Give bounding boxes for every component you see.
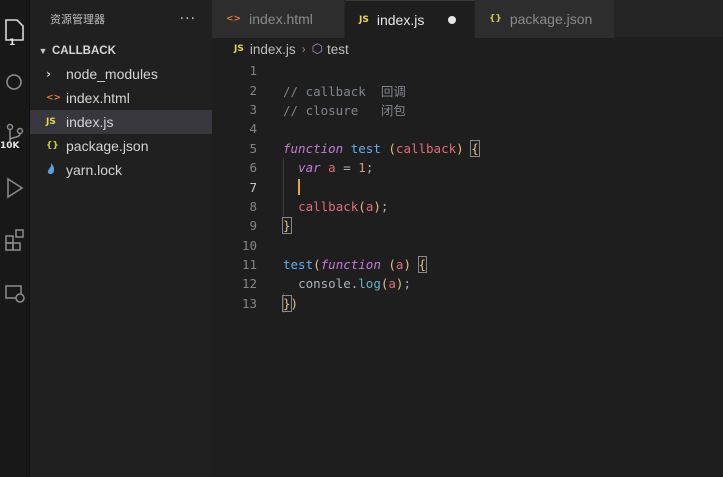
js-file-icon: JS: [46, 117, 56, 127]
html-file-icon: <>: [226, 14, 242, 24]
code-line: 1: [212, 61, 723, 80]
more-actions-button[interactable]: ···: [180, 11, 196, 27]
code-editor[interactable]: 1 2 // callback 回调 3 // closure 闭包 4 5 f…: [212, 60, 723, 313]
run-debug-icon: [7, 177, 24, 199]
tab-label: index.js: [376, 11, 425, 28]
explorer-title: 资源管理器: [50, 13, 105, 26]
explorer-activity-button[interactable]: 1: [0, 18, 30, 48]
json-file-icon: {}: [489, 14, 502, 24]
line-number: 7: [249, 179, 257, 195]
line-text: callback(a);: [298, 198, 389, 214]
tab-label: package.json: [509, 11, 593, 27]
line-text: var a = 1;: [298, 160, 374, 176]
vscode-window: 1 10K 资源管理器 ··· ▼ CALLBACK › node_module…: [0, 0, 723, 477]
remote-explorer-icon: [5, 285, 25, 303]
code-line: 6 var a = 1;: [212, 158, 723, 177]
line-text: console.log(a);: [298, 276, 411, 292]
html-file-icon: <>: [46, 93, 62, 103]
tree-item-package-json[interactable]: {} package.json: [30, 134, 212, 158]
folder-label: CALLBACK: [52, 45, 116, 57]
tree-item-index-html[interactable]: <> index.html: [30, 86, 212, 110]
folder-callback[interactable]: ▼ CALLBACK: [30, 40, 212, 62]
line-number: 3: [249, 101, 257, 117]
tree-item-label: index.html: [66, 90, 130, 106]
line-text: // callback 回调: [283, 83, 406, 99]
line-number: 12: [241, 276, 257, 292]
code-line: 13 }): [212, 294, 723, 313]
code-line: 3 // closure 闭包: [212, 100, 723, 119]
code-line: 11 test(function (a) {: [212, 255, 723, 274]
tab-index-js[interactable]: JS index.js: [345, 0, 475, 38]
yarn-icon: [46, 162, 64, 178]
tab-package-json[interactable]: {} package.json: [475, 0, 615, 38]
line-text: }): [282, 294, 299, 312]
tree-item-node-modules[interactable]: › node_modules: [30, 62, 212, 86]
tree-item-label: node_modules: [66, 66, 158, 82]
line-number: 13: [241, 295, 257, 311]
code-line: 9 }: [212, 216, 723, 235]
code-line: 2 // callback 回调: [212, 80, 723, 99]
source-control-badge: 10K: [0, 141, 20, 151]
explorer-header: 资源管理器 ···: [30, 0, 212, 38]
editor-group: <> index.html JS index.js {} package.jso…: [212, 0, 723, 477]
line-text: // closure 闭包: [283, 102, 406, 118]
remote-explorer-activity-button[interactable]: [0, 282, 30, 306]
line-number: 4: [249, 121, 257, 137]
tree-item-index-js[interactable]: JS index.js: [30, 110, 212, 134]
extensions-icon: [5, 229, 24, 251]
json-file-icon: {}: [46, 141, 59, 151]
chevron-right-icon: ›: [46, 67, 51, 81]
js-file-icon: JS: [234, 44, 244, 54]
symbol-method-icon: ⬡: [311, 41, 323, 56]
tab-label: index.html: [249, 11, 313, 27]
breadcrumb-symbol[interactable]: test: [327, 42, 349, 57]
line-number: 10: [241, 237, 257, 253]
code-line: 12 console.log(a);: [212, 274, 723, 293]
tree-item-label: yarn.lock: [66, 162, 123, 178]
breadcrumb-file[interactable]: index.js: [250, 42, 296, 57]
source-control-activity-button[interactable]: 10K: [0, 122, 30, 151]
run-debug-activity-button[interactable]: [0, 176, 30, 200]
line-number: 9: [249, 218, 257, 234]
line-number: 6: [249, 160, 257, 176]
tab-bar: <> index.html JS index.js {} package.jso…: [212, 0, 723, 38]
line-text: }: [282, 217, 292, 235]
line-number: 8: [249, 198, 257, 214]
chevron-right-icon: ›: [301, 42, 306, 56]
extensions-activity-button[interactable]: [0, 228, 30, 252]
line-number: 5: [249, 140, 257, 156]
text-cursor: [298, 179, 301, 196]
tab-index-html[interactable]: <> index.html: [212, 0, 345, 38]
code-line: 8 callback(a);: [212, 197, 723, 216]
code-line: 10: [212, 236, 723, 255]
search-activity-button[interactable]: [0, 72, 30, 94]
line-number: 2: [249, 82, 257, 98]
explorer-sidebar: 资源管理器 ··· ▼ CALLBACK › node_modules <> i…: [30, 0, 212, 477]
chevron-down-icon: ▼: [38, 46, 48, 56]
tab-bar-empty: [615, 0, 723, 37]
activity-bar: 1 10K: [0, 0, 30, 477]
code-line: 5 function test (callback) {: [212, 139, 723, 158]
unsaved-dot-icon[interactable]: [448, 15, 457, 24]
line-number: 11: [241, 257, 257, 273]
tree-item-yarn-lock[interactable]: yarn.lock: [30, 158, 212, 182]
tree-item-label: index.js: [66, 114, 114, 130]
line-text: function test (callback) {: [283, 139, 480, 157]
line-number: 1: [249, 63, 257, 79]
line-text: test(function (a) {: [283, 256, 427, 274]
code-line: 4: [212, 119, 723, 138]
code-line-current: 7: [212, 177, 723, 196]
explorer-badge: 1: [9, 38, 16, 48]
js-file-icon: JS: [359, 14, 369, 25]
breadcrumb: JS index.js › ⬡ test: [212, 38, 723, 60]
search-icon: [6, 74, 22, 90]
line-text: [283, 179, 301, 196]
tree-item-label: package.json: [66, 138, 149, 154]
